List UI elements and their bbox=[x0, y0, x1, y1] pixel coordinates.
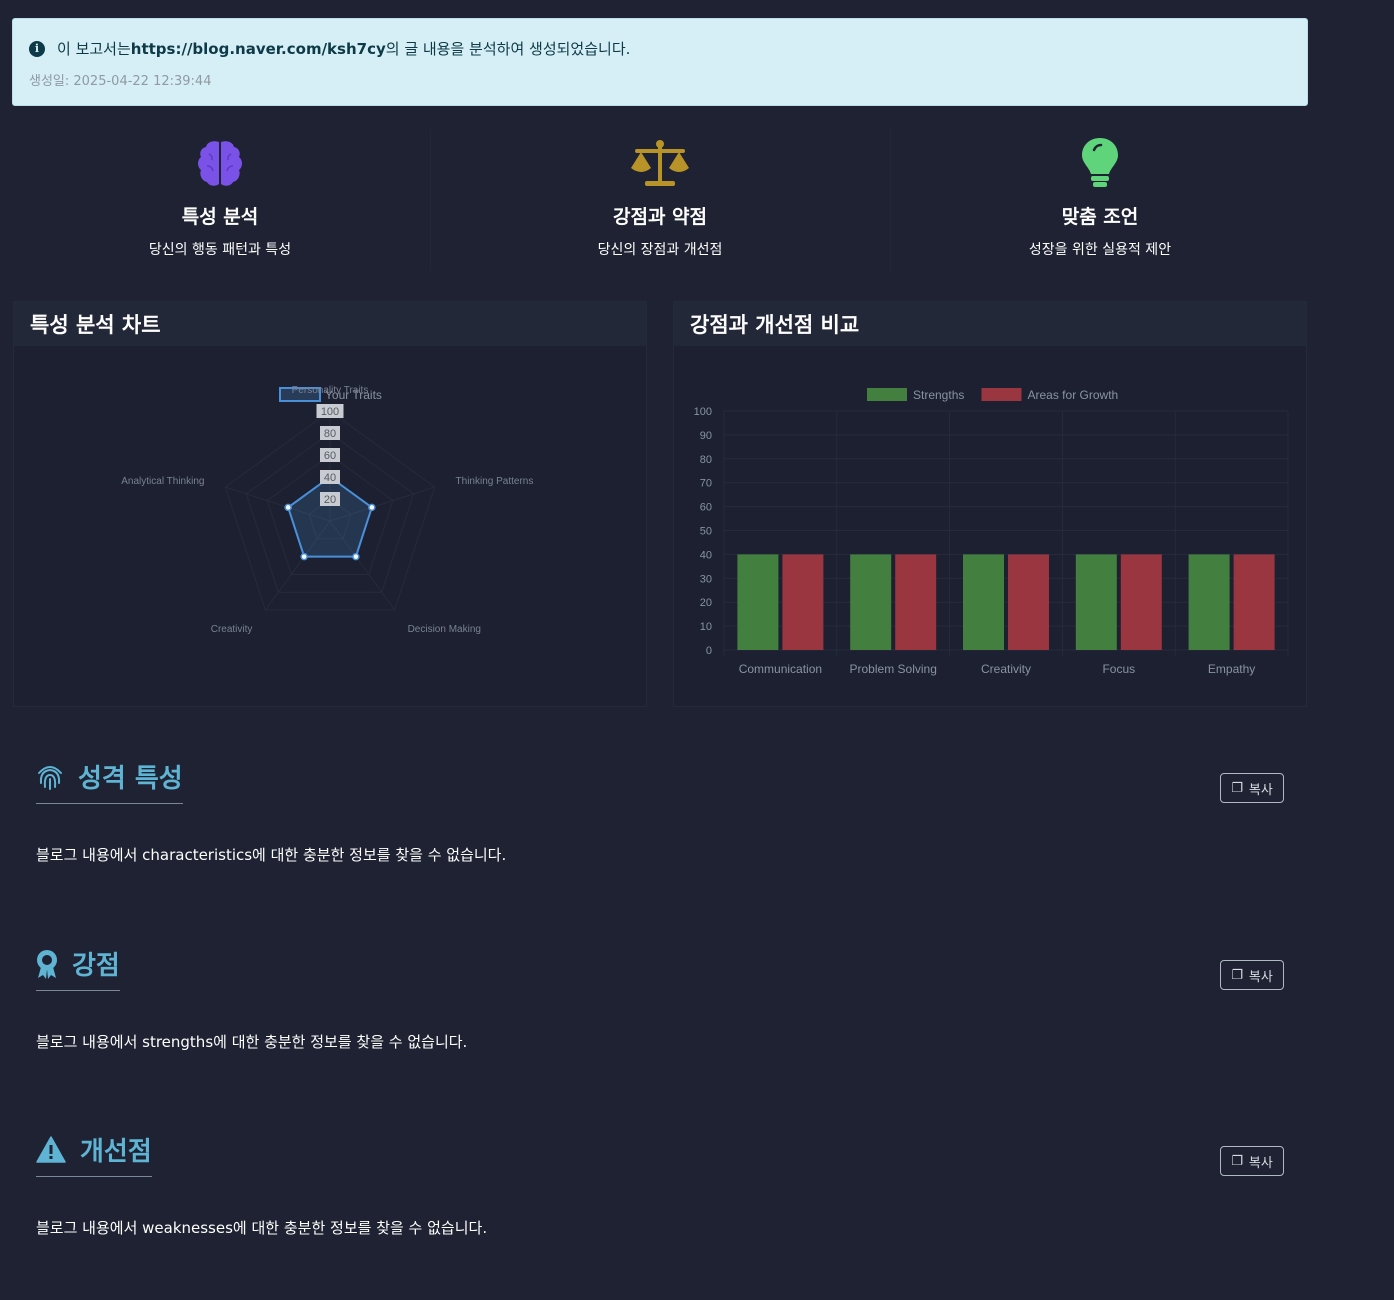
radar-tick-label: 60 bbox=[324, 450, 336, 462]
section-weaknesses: 개선점 ❐ 복사 블로그 내용에서 weaknesses에 대한 충분한 정보를 … bbox=[36, 1131, 1284, 1241]
radar-tick-label: 80 bbox=[324, 428, 336, 440]
y-tick-label: 30 bbox=[700, 573, 712, 585]
radar-point bbox=[284, 503, 292, 512]
legend-swatch bbox=[867, 388, 907, 401]
x-tick-label: Communication bbox=[739, 662, 822, 676]
y-tick-label: 70 bbox=[700, 478, 712, 490]
lightbulb-icon bbox=[890, 130, 1310, 188]
brain-icon bbox=[10, 130, 430, 188]
y-tick-label: 40 bbox=[700, 549, 712, 561]
radar-point bbox=[368, 503, 376, 512]
copy-icon: ❐ bbox=[1231, 967, 1243, 983]
y-tick-label: 10 bbox=[700, 621, 712, 633]
copy-button[interactable]: ❐ 복사 bbox=[1220, 1146, 1284, 1176]
copy-label: 복사 bbox=[1248, 782, 1273, 798]
copy-button[interactable]: ❐ 복사 bbox=[1220, 960, 1284, 990]
feature-title: 특성 분석 bbox=[181, 206, 259, 228]
radar-point bbox=[352, 552, 360, 561]
x-tick-label: Problem Solving bbox=[850, 662, 937, 676]
feature-trait-analysis: 특성 분석 당신의 행동 패턴과 특성 bbox=[10, 130, 430, 270]
radar-chart: Your Traits20406080100Personality Traits… bbox=[121, 385, 534, 635]
bar bbox=[737, 554, 779, 650]
section-title-text: 개선점 bbox=[80, 1137, 152, 1167]
feature-desc: 성장을 위한 실용적 제안 bbox=[1028, 242, 1172, 258]
copy-label: 복사 bbox=[1248, 1155, 1273, 1171]
y-tick-label: 0 bbox=[706, 645, 712, 657]
radar-tick-label: 100 bbox=[321, 406, 339, 418]
copy-button[interactable]: ❐ 복사 bbox=[1220, 773, 1284, 803]
radar-tick-label: 40 bbox=[324, 472, 336, 484]
feature-desc: 당신의 행동 패턴과 특성 bbox=[148, 242, 292, 258]
card-title: 특성 분석 차트 bbox=[14, 302, 646, 346]
x-tick-label: Creativity bbox=[981, 662, 1031, 676]
feature-custom-advice: 맞춤 조언 성장을 위한 실용적 제안 bbox=[890, 130, 1310, 270]
strength-growth-card: 강점과 개선점 비교 Strengths Areas for Growth 0 10 2… bbox=[673, 301, 1307, 707]
award-icon bbox=[36, 949, 58, 979]
feature-divider bbox=[430, 130, 431, 270]
section-title: 강점 bbox=[36, 945, 120, 991]
radar-category-label: Thinking Patterns bbox=[456, 476, 534, 487]
radar-tick-label: 20 bbox=[324, 494, 336, 506]
radar-series-area bbox=[286, 475, 374, 558]
radar-category-label: Decision Making bbox=[408, 624, 481, 635]
bar bbox=[963, 554, 1004, 650]
bar bbox=[782, 554, 824, 650]
legend-label: Strengths bbox=[913, 388, 964, 402]
report-info-alert: i 이 보고서는 https://blog.naver.com/ksh7cy 의 … bbox=[12, 18, 1308, 106]
legend-swatch bbox=[981, 388, 1022, 401]
feature-strengths-weaknesses: 강점과 약점 당신의 장점과 개선점 bbox=[450, 130, 870, 270]
section-title: 성격 특성 bbox=[36, 758, 183, 804]
alert-message: i 이 보고서는 https://blog.naver.com/ksh7cy 의 … bbox=[29, 38, 630, 59]
bar bbox=[850, 554, 892, 650]
copy-icon: ❐ bbox=[1231, 780, 1243, 796]
bar bbox=[1233, 554, 1275, 650]
alert-url: https://blog.naver.com/ksh7cy bbox=[130, 39, 386, 58]
bar bbox=[1008, 554, 1049, 650]
section-title-text: 성격 특성 bbox=[78, 764, 183, 794]
section-title-text: 강점 bbox=[72, 951, 120, 981]
bar-chart: Strengths Areas for Growth 0 10 20 30 40 50 60 70… bbox=[694, 388, 1289, 676]
fingerprint-icon bbox=[36, 763, 64, 791]
alert-suffix: 의 글 내용을 분석하여 생성되었습니다. bbox=[385, 40, 631, 58]
radar-category-label: Creativity bbox=[211, 624, 253, 635]
alert-prefix: 이 보고서는 bbox=[57, 40, 131, 58]
section-body: 블로그 내용에서 characteristics에 대한 충분한 정보를 찾을 … bbox=[36, 846, 507, 864]
bar bbox=[1120, 554, 1162, 650]
section-body: 블로그 내용에서 strengths에 대한 충분한 정보를 찾을 수 없습니다… bbox=[36, 1033, 468, 1051]
trait-radar-card: 특성 분석 차트 Your Traits 20 40 60 80 100 Personali… bbox=[13, 301, 647, 707]
feature-title: 강점과 약점 bbox=[612, 206, 707, 228]
x-tick-label: Focus bbox=[1102, 662, 1135, 676]
radar-category-label: Personality Traits bbox=[292, 385, 369, 396]
y-tick-label: 80 bbox=[700, 454, 712, 466]
copy-label: 복사 bbox=[1248, 969, 1273, 985]
y-tick-label: 90 bbox=[700, 430, 712, 442]
x-tick-label: Empathy bbox=[1208, 662, 1255, 676]
y-tick-label: 20 bbox=[700, 597, 712, 609]
info-icon: i bbox=[29, 40, 45, 57]
section-body: 블로그 내용에서 weaknesses에 대한 충분한 정보를 찾을 수 없습니… bbox=[36, 1219, 488, 1237]
card-title: 강점과 개선점 비교 bbox=[674, 302, 1306, 346]
generated-date: 생성일: 2025-04-22 12:39:44 bbox=[29, 74, 212, 89]
section-title: 개선점 bbox=[36, 1131, 152, 1177]
feature-title: 맞춤 조언 bbox=[1061, 206, 1139, 228]
section-personality: 성격 특성 ❐ 복사 블로그 내용에서 characteristics에 대한 충… bbox=[36, 758, 1284, 868]
y-tick-label: 50 bbox=[700, 526, 712, 538]
y-tick-label: 100 bbox=[694, 406, 712, 418]
bar bbox=[1188, 554, 1230, 650]
copy-icon: ❐ bbox=[1231, 1153, 1243, 1169]
legend-label: Areas for Growth bbox=[1028, 388, 1119, 402]
bar bbox=[895, 554, 937, 650]
radar-category-label: Analytical Thinking bbox=[121, 476, 204, 487]
section-strengths: 강점 ❐ 복사 블로그 내용에서 strengths에 대한 충분한 정보를 찾을… bbox=[36, 945, 1284, 1055]
warning-icon bbox=[36, 1136, 66, 1163]
feature-desc: 당신의 장점과 개선점 bbox=[597, 242, 723, 258]
radar-point bbox=[300, 552, 308, 561]
bar bbox=[1075, 554, 1117, 650]
y-tick-label: 60 bbox=[700, 502, 712, 514]
scale-icon bbox=[450, 130, 870, 188]
